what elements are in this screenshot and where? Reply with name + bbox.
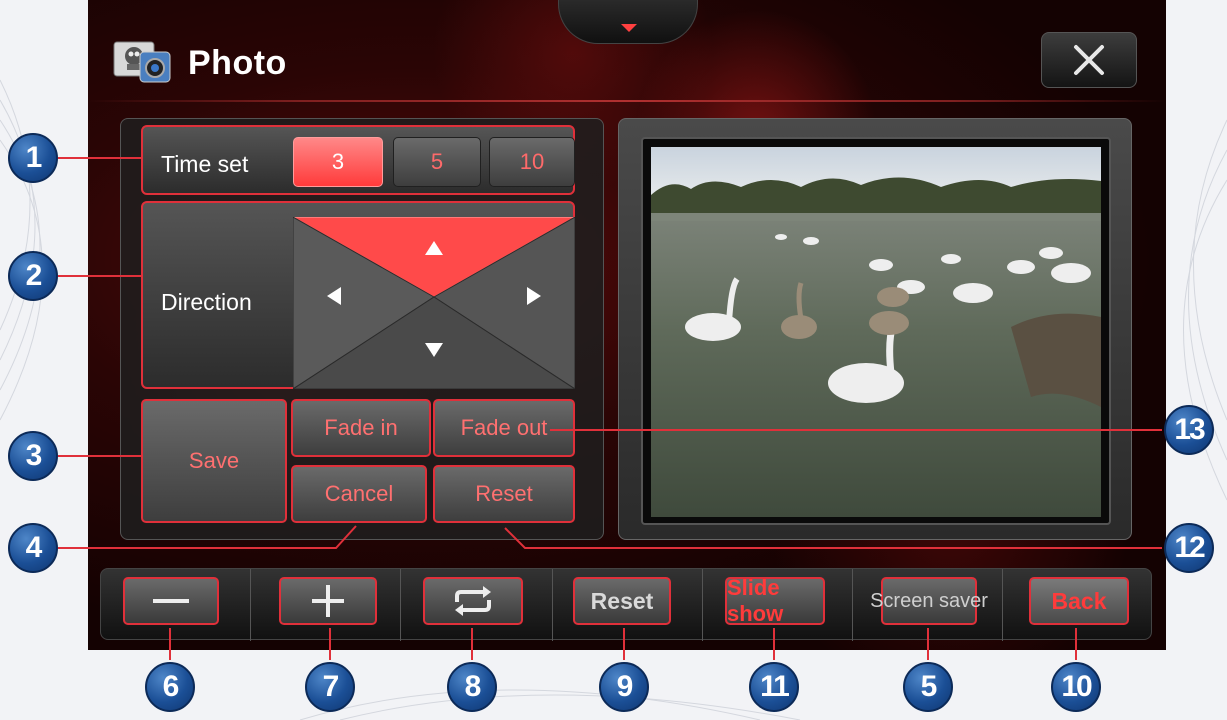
repeat-icon: [455, 586, 491, 616]
rotate-button[interactable]: [423, 577, 523, 625]
bottom-toolbar: Reset Slide show Screen saver Back: [100, 568, 1152, 641]
time-option-10[interactable]: 10: [489, 137, 575, 187]
reset-toolbar-button[interactable]: Reset: [573, 577, 671, 625]
callout-badge-12: 12: [1164, 523, 1214, 573]
callout-badge-10: 10: [1051, 662, 1101, 712]
direction-label: Direction: [161, 289, 252, 315]
zoom-in-button[interactable]: [279, 577, 377, 625]
title-divider: [88, 100, 1166, 102]
photo-app-icon: [113, 41, 171, 83]
callout-badge-5: 5: [903, 662, 953, 712]
close-button[interactable]: [1041, 32, 1137, 88]
callout-badge-2: 2: [8, 251, 58, 301]
time-option-5[interactable]: 5: [393, 137, 481, 187]
save-button[interactable]: Save: [141, 399, 287, 523]
control-panel: Time set 3 5 10 Direction Save Fade in F…: [120, 118, 604, 540]
fade-out-button[interactable]: Fade out: [433, 399, 575, 457]
direction-pad: [293, 217, 575, 389]
photo-preview-image[interactable]: [651, 147, 1101, 517]
screen-saver-button[interactable]: Screen saver: [870, 577, 988, 625]
callout-badge-11: 11: [749, 662, 799, 712]
slide-show-button[interactable]: Slide show: [725, 575, 825, 626]
time-set-label: Time set: [161, 151, 249, 177]
time-option-3[interactable]: 3: [293, 137, 383, 187]
reset-effects-button[interactable]: Reset: [433, 465, 575, 523]
time-set-row: Time set 3 5 10: [141, 125, 575, 195]
callout-badge-6: 6: [145, 662, 195, 712]
photo-preview-panel: [618, 118, 1132, 540]
device-screen: Photo Time set 3 5 10 Direction Save Fad…: [88, 0, 1166, 650]
zoom-out-button[interactable]: [123, 577, 219, 625]
photo-frame: [641, 137, 1111, 525]
callout-badge-9: 9: [599, 662, 649, 712]
back-button[interactable]: Back: [1029, 577, 1129, 625]
direction-row: Direction: [141, 201, 575, 389]
callout-badge-13: 13: [1164, 405, 1214, 455]
menu-pull-tab[interactable]: [558, 0, 698, 44]
fade-in-button[interactable]: Fade in: [291, 399, 431, 457]
arrow-down-icon: [621, 24, 637, 32]
plus-icon: [312, 585, 344, 617]
callout-badge-7: 7: [305, 662, 355, 712]
minus-icon: [153, 599, 189, 603]
cancel-button[interactable]: Cancel: [291, 465, 427, 523]
callout-badge-4: 4: [8, 523, 58, 573]
callout-badge-3: 3: [8, 431, 58, 481]
title-bar: Photo: [88, 0, 1166, 100]
close-icon: [1074, 45, 1104, 75]
callout-badge-8: 8: [447, 662, 497, 712]
app-title: Photo: [188, 44, 287, 82]
callout-badge-1: 1: [8, 133, 58, 183]
